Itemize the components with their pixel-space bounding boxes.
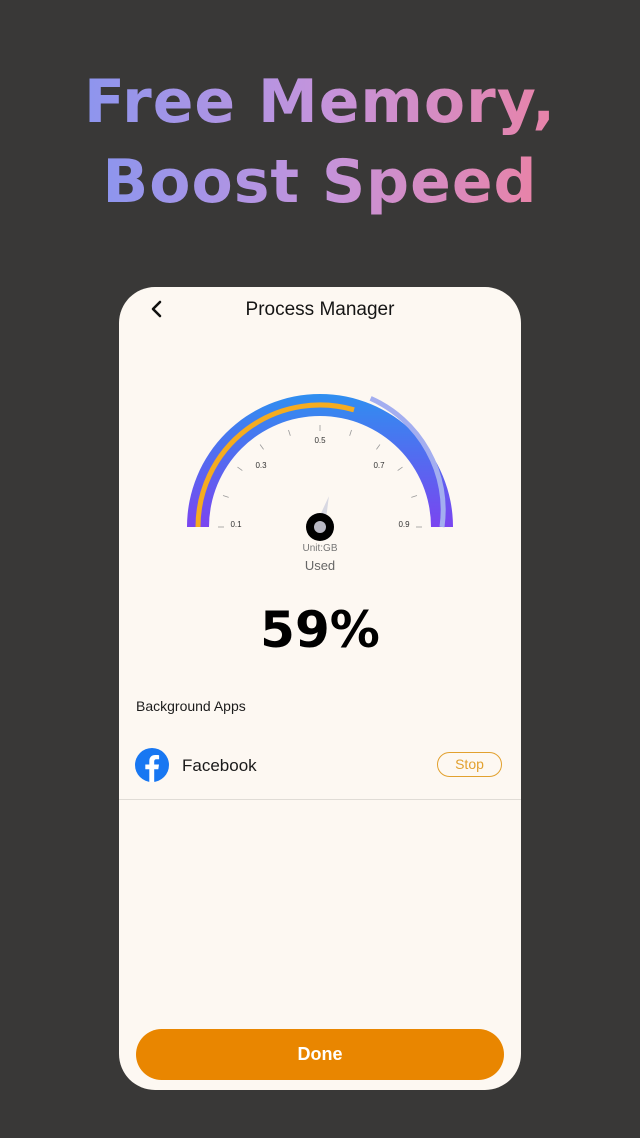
app-name: Facebook — [182, 756, 257, 775]
memory-usage-percent: 59% — [260, 601, 380, 659]
app-row-facebook: Facebook Stop — [119, 734, 521, 800]
headline: Free Memory, Boost Speed — [0, 62, 640, 222]
done-button[interactable]: Done — [136, 1029, 504, 1080]
gauge-tick-label: 0.9 — [398, 520, 410, 529]
background-apps-label: Background Apps — [136, 698, 246, 714]
gauge-tick — [222, 495, 229, 498]
headline-line-1: Free Memory, — [84, 62, 556, 142]
page-title: Process Manager — [245, 299, 395, 320]
gauge-tick — [259, 444, 264, 450]
gauge-tick-label: 0.3 — [255, 461, 267, 470]
gauge-hub-center — [314, 521, 326, 533]
gauge-tick-label: 0.1 — [230, 520, 242, 529]
gauge-tick-label: 0.7 — [373, 461, 385, 470]
gauge-tick — [288, 429, 291, 436]
phone-screen: Process Manager 0.1 0.3 0.5 0.7 0.9 Unit… — [119, 287, 521, 1090]
gauge-tick — [411, 495, 418, 498]
stop-button[interactable]: Stop — [437, 752, 502, 777]
gauge-used-label: Used — [304, 558, 336, 573]
top-bar: Process Manager — [119, 287, 521, 333]
gauge-tick — [397, 466, 403, 471]
gauge-outer-arc — [187, 394, 453, 527]
facebook-icon — [135, 748, 169, 782]
gauge-tick-label: 0.5 — [314, 436, 326, 445]
gauge-unit-label: Unit:GB — [302, 543, 338, 554]
headline-line-2: Boost Speed — [103, 142, 538, 222]
gauge-tick — [376, 444, 381, 450]
gauge-tick — [237, 466, 243, 471]
gauge-tick — [349, 429, 352, 436]
